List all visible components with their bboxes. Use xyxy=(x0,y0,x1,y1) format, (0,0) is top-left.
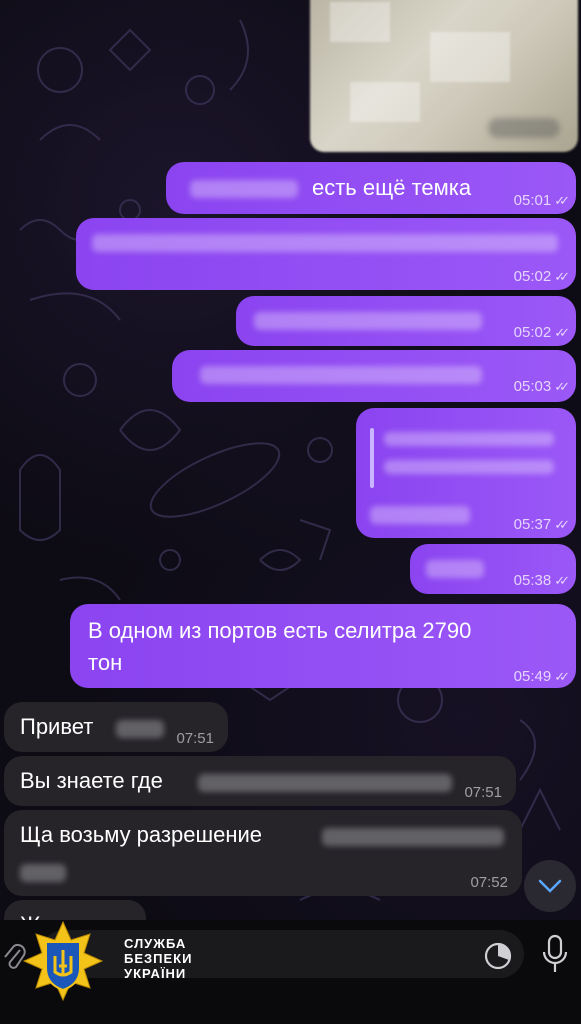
redacted-text xyxy=(426,560,484,578)
double-check-icon: ✓✓ xyxy=(554,325,570,340)
message-text: Привет xyxy=(20,714,94,739)
double-check-icon: ✓✓ xyxy=(554,193,570,208)
sbu-emblem-logo xyxy=(22,920,104,1002)
redacted-text xyxy=(200,366,482,384)
message-time: 07:52 xyxy=(470,874,508,891)
incoming-message[interactable]: Привет 07:51 xyxy=(4,702,228,752)
incoming-message[interactable]: Вы знаете где 07:51 xyxy=(4,756,516,806)
message-time: 07:51 xyxy=(176,730,214,747)
message-time: 05:49 xyxy=(513,668,552,685)
chat-area[interactable]: есть ещё темка 05:01 ✓✓ 05:02 ✓✓ 05:02 ✓✓ 0… xyxy=(0,0,581,1024)
message-meta: 05:02 ✓✓ xyxy=(513,318,570,348)
blurred-photo-message[interactable] xyxy=(310,0,578,152)
outgoing-message[interactable]: 05:02 ✓✓ xyxy=(76,218,576,290)
redacted-text xyxy=(198,774,452,792)
message-input[interactable] xyxy=(40,930,524,978)
scroll-down-button[interactable] xyxy=(524,860,576,912)
message-meta: 05:38 ✓✓ xyxy=(513,566,570,596)
message-meta: 05:01 ✓✓ xyxy=(513,186,570,216)
message-time: 07:51 xyxy=(464,784,502,801)
message-text-line-2: тон xyxy=(88,650,123,675)
redacted-reply-text xyxy=(384,460,554,474)
message-text: Вы знаете где xyxy=(20,768,163,793)
redacted-text xyxy=(190,180,298,198)
message-meta: 05:37 ✓✓ xyxy=(513,510,570,540)
double-check-icon: ✓✓ xyxy=(554,517,570,532)
redacted-text xyxy=(92,234,558,252)
double-check-icon: ✓✓ xyxy=(554,379,570,394)
redacted-text xyxy=(370,506,470,524)
message-meta: 05:03 ✓✓ xyxy=(513,372,570,402)
message-time: 05:37 xyxy=(513,516,552,533)
message-time: 05:01 xyxy=(513,192,552,209)
message-time: 05:38 xyxy=(513,572,552,589)
redacted-text xyxy=(20,864,66,882)
outgoing-message[interactable]: В одном из портов есть селитра 2790 тон … xyxy=(70,604,576,688)
message-time: 05:02 xyxy=(513,324,552,341)
message-meta: 05:49 ✓✓ xyxy=(513,662,570,692)
message-text: Ща возьму разрешение xyxy=(20,822,263,847)
sbu-watermark-text: СЛУЖБА БЕЗПЕКИ УКРАЇНИ xyxy=(124,936,192,981)
message-input-bar: СЛУЖБА БЕЗПЕКИ УКРАЇНИ xyxy=(0,920,581,1024)
photo-timestamp-blurred xyxy=(488,118,560,138)
double-check-icon: ✓✓ xyxy=(554,669,570,684)
message-time: 05:02 xyxy=(513,268,552,285)
sbu-text-line-2: БЕЗПЕКИ xyxy=(124,951,193,966)
message-time: 05:03 xyxy=(513,378,552,395)
redacted-reply-text xyxy=(384,432,554,446)
sbu-text-line-1: СЛУЖБА xyxy=(124,936,187,951)
chevron-down-icon xyxy=(538,879,562,893)
microphone-icon[interactable] xyxy=(540,934,570,981)
outgoing-message[interactable]: 05:03 ✓✓ xyxy=(172,350,576,402)
redacted-text xyxy=(254,312,482,330)
reply-quote-bar xyxy=(370,428,374,488)
message-text: есть ещё темка xyxy=(312,175,472,200)
incoming-message[interactable]: Ща возьму разрешение 07:52 xyxy=(4,810,522,896)
outgoing-reply-message[interactable]: 05:37 ✓✓ xyxy=(356,408,576,538)
redacted-text xyxy=(116,720,164,738)
double-check-icon: ✓✓ xyxy=(554,573,570,588)
redacted-text xyxy=(322,828,504,846)
message-meta: 05:02 ✓✓ xyxy=(513,262,570,292)
message-text-line-1: В одном из портов есть селитра 2790 xyxy=(88,618,472,643)
sbu-text-line-3: УКРАЇНИ xyxy=(124,966,187,981)
timer-icon[interactable] xyxy=(482,940,514,977)
outgoing-message[interactable]: 05:02 ✓✓ xyxy=(236,296,576,346)
double-check-icon: ✓✓ xyxy=(554,269,570,284)
outgoing-message[interactable]: есть ещё темка 05:01 ✓✓ xyxy=(166,162,576,214)
outgoing-message[interactable]: 05:38 ✓✓ xyxy=(410,544,576,594)
